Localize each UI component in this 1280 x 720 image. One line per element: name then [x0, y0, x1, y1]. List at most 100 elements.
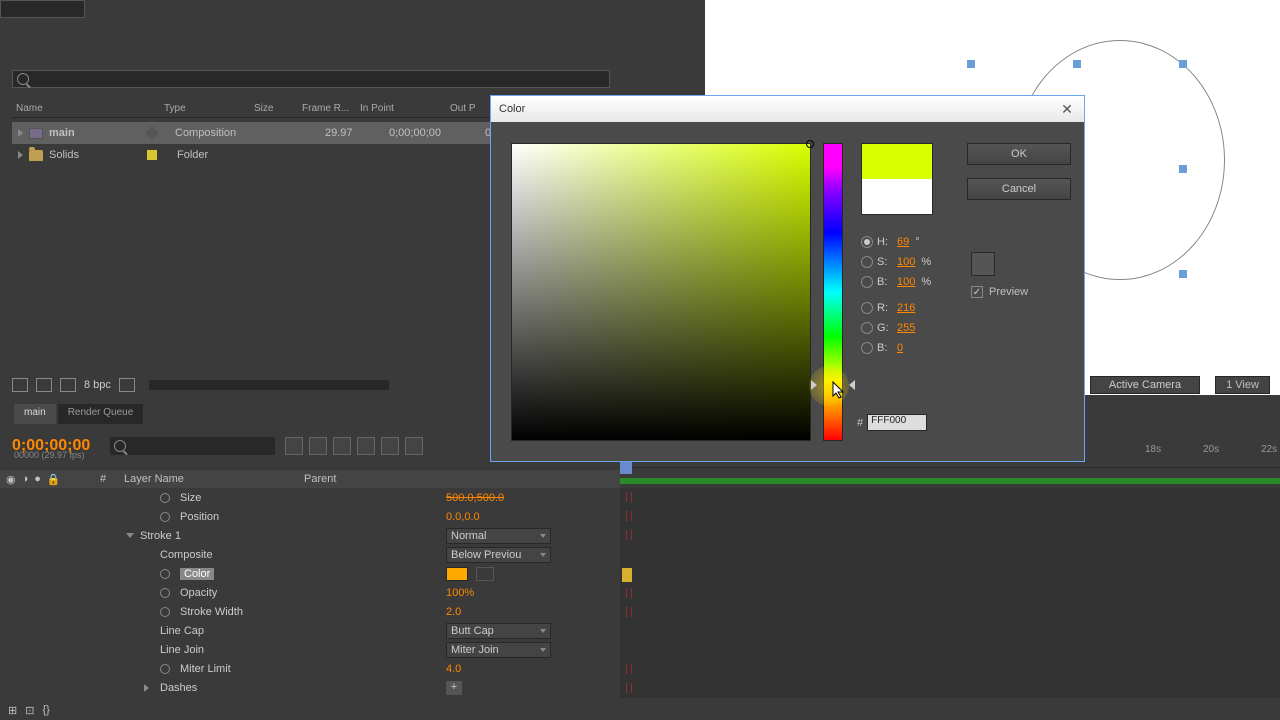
green-radio[interactable]	[861, 322, 873, 334]
keyframe-icon[interactable]	[626, 683, 632, 693]
lock-icon: 🔒	[47, 473, 61, 486]
trash-icon[interactable]	[119, 378, 135, 392]
twirl-icon[interactable]	[126, 533, 134, 538]
prop-size[interactable]: Size500.0,500.0	[0, 488, 620, 507]
twirl-icon[interactable]	[18, 151, 23, 159]
close-button[interactable]: ✕	[1058, 100, 1076, 118]
saturation-brightness-field[interactable]	[511, 143, 811, 441]
prop-color[interactable]: Color	[0, 564, 620, 583]
brackets-icon[interactable]: {}	[42, 704, 49, 716]
prop-opacity[interactable]: Opacity100%	[0, 583, 620, 602]
frame-info: 00000 (29.97 fps)	[14, 450, 85, 460]
playhead[interactable]	[620, 462, 632, 474]
prop-miter-limit[interactable]: Miter Limit4.0	[0, 659, 620, 678]
keyframe-icon[interactable]	[622, 568, 632, 582]
keyframe-icon[interactable]	[626, 588, 632, 598]
keyframe-icon[interactable]	[626, 492, 632, 502]
item-name: Solids	[49, 149, 141, 161]
stopwatch-icon[interactable]	[160, 664, 170, 674]
blue-radio[interactable]	[861, 342, 873, 354]
keyframe-icon[interactable]	[626, 664, 632, 674]
expand-icon[interactable]: ⊡	[25, 704, 34, 717]
checkbox-icon[interactable]: ✓	[971, 286, 983, 298]
comp-mini-flowchart-icon[interactable]	[285, 437, 303, 455]
stopwatch-icon[interactable]	[160, 588, 170, 598]
bounding-handle[interactable]	[1073, 60, 1081, 68]
keyframe-area[interactable]	[620, 488, 1280, 698]
prop-composite[interactable]: CompositeBelow Previou	[0, 545, 620, 564]
prop-dashes[interactable]: Dashes+	[0, 678, 620, 697]
hue-input-row[interactable]: H:69°	[861, 236, 931, 248]
composition-icon	[29, 128, 43, 139]
prop-stroke-width[interactable]: Stroke Width2.0	[0, 602, 620, 621]
blue-input-row[interactable]: B:0	[861, 342, 931, 354]
prop-stroke-group[interactable]: Stroke 1Normal	[0, 526, 620, 545]
bounding-handle[interactable]	[967, 60, 975, 68]
twirl-icon[interactable]	[144, 684, 149, 692]
sv-cursor[interactable]	[806, 140, 814, 148]
cancel-button[interactable]: Cancel	[967, 178, 1071, 200]
motion-blur-icon[interactable]	[381, 437, 399, 455]
work-area-bar[interactable]	[620, 478, 1280, 484]
brightness-radio[interactable]	[861, 276, 873, 288]
tab-render-queue[interactable]: Render Queue	[58, 404, 144, 424]
composite-dropdown[interactable]: Below Previou	[446, 547, 551, 563]
panel-tab[interactable]	[0, 0, 85, 18]
zoom-slider[interactable]	[149, 380, 389, 390]
prop-line-cap[interactable]: Line CapButt Cap	[0, 621, 620, 640]
keyframe-icon[interactable]	[626, 511, 632, 521]
shy-icon[interactable]	[333, 437, 351, 455]
timeline-columns-header: ◉ ◑ ● 🔒 # Layer Name Parent	[0, 470, 620, 488]
green-input-row[interactable]: G:255	[861, 322, 931, 334]
graph-editor-icon[interactable]	[405, 437, 423, 455]
hue-radio[interactable]	[861, 236, 873, 248]
interpret-icon[interactable]	[12, 378, 28, 392]
brightness-input-row[interactable]: B:100%	[861, 276, 931, 288]
bounding-handle[interactable]	[1179, 270, 1187, 278]
stopwatch-icon[interactable]	[160, 493, 170, 503]
tab-main[interactable]: main	[14, 404, 56, 424]
color-comparison-swatch	[861, 143, 933, 215]
hex-input-row[interactable]: # FFF000	[857, 414, 927, 431]
search-icon	[114, 440, 126, 452]
line-join-dropdown[interactable]: Miter Join	[446, 642, 551, 658]
timeline-search[interactable]	[110, 437, 275, 455]
new-comp-icon[interactable]	[60, 378, 76, 392]
bounding-handle[interactable]	[1179, 60, 1187, 68]
stopwatch-icon[interactable]	[160, 512, 170, 522]
frame-blend-icon[interactable]	[357, 437, 375, 455]
prop-position[interactable]: Position0.0,0.0	[0, 507, 620, 526]
eyedropper-icon[interactable]	[476, 567, 494, 581]
stopwatch-icon[interactable]	[160, 569, 170, 579]
preview-checkbox-row[interactable]: ✓Preview	[971, 286, 1028, 298]
bpc-label[interactable]: 8 bpc	[84, 379, 111, 391]
expand-icon[interactable]: ⊞	[8, 704, 17, 717]
red-radio[interactable]	[861, 302, 873, 314]
dialog-titlebar[interactable]: Color ✕	[491, 96, 1084, 122]
keyframe-icon[interactable]	[626, 530, 632, 540]
draft3d-icon[interactable]	[309, 437, 327, 455]
label-icon[interactable]	[145, 126, 159, 140]
old-color-swatch[interactable]	[862, 179, 932, 214]
line-cap-dropdown[interactable]: Butt Cap	[446, 623, 551, 639]
color-swatch[interactable]	[446, 567, 468, 581]
eyedropper-button[interactable]	[971, 252, 995, 276]
keyframe-icon[interactable]	[626, 607, 632, 617]
project-search[interactable]	[12, 70, 610, 88]
saturation-radio[interactable]	[861, 256, 873, 268]
new-folder-icon[interactable]	[36, 378, 52, 392]
saturation-input-row[interactable]: S:100%	[861, 256, 931, 268]
bounding-handle[interactable]	[1179, 165, 1187, 173]
hex-input[interactable]: FFF000	[867, 414, 927, 431]
eye-icon: ◉	[6, 473, 16, 486]
red-input-row[interactable]: R:216	[861, 302, 931, 314]
ok-button[interactable]: OK	[967, 143, 1071, 165]
active-camera-dropdown[interactable]: Active Camera	[1090, 376, 1200, 394]
add-dash-button[interactable]: +	[446, 681, 462, 695]
blend-mode-dropdown[interactable]: Normal	[446, 528, 551, 544]
twirl-icon[interactable]	[18, 129, 23, 137]
label-icon[interactable]	[147, 150, 157, 160]
stopwatch-icon[interactable]	[160, 607, 170, 617]
view-layout-dropdown[interactable]: 1 View	[1215, 376, 1270, 394]
prop-line-join[interactable]: Line JoinMiter Join	[0, 640, 620, 659]
